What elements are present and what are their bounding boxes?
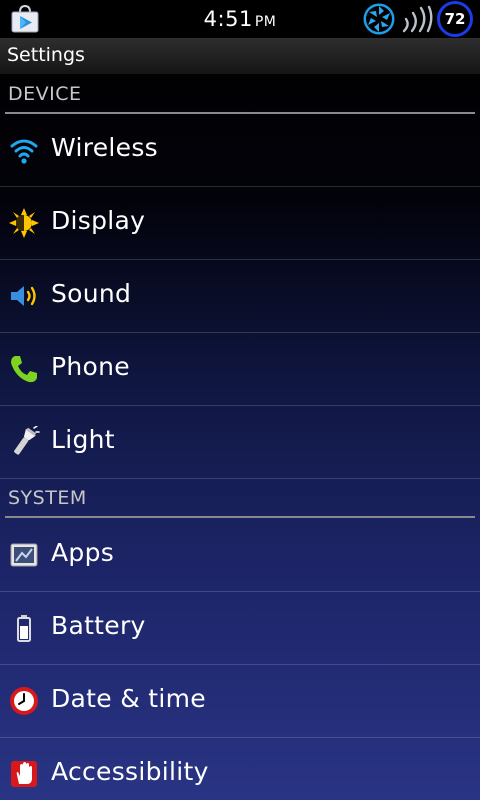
settings-item-light[interactable]: Light	[0, 406, 480, 479]
settings-item-label: Apps	[51, 538, 115, 567]
speaker-icon	[8, 280, 40, 312]
battery-icon	[8, 612, 40, 644]
settings-item-battery[interactable]: Battery	[0, 592, 480, 665]
phone-icon	[8, 353, 40, 385]
title-bar: Settings	[0, 38, 480, 75]
settings-item-label: Light	[51, 425, 115, 454]
apps-icon	[8, 539, 40, 571]
clock-ampm: PM	[254, 14, 277, 30]
display-sun-icon	[8, 207, 40, 239]
settings-item-sound[interactable]: Sound	[0, 260, 480, 333]
section-divider	[5, 516, 475, 518]
settings-item-phone[interactable]: Phone	[0, 333, 480, 406]
settings-item-accessibility[interactable]: Accessibility	[0, 738, 480, 800]
settings-item-label: Sound	[51, 279, 132, 308]
battery-level: 72	[444, 10, 466, 28]
aperture-icon	[362, 2, 396, 36]
settings-item-apps[interactable]: Apps	[0, 519, 480, 592]
status-bar: 4:51 PM 72	[0, 0, 480, 38]
settings-item-date-time[interactable]: Date & time	[0, 665, 480, 738]
clock-time: 4:51	[203, 7, 253, 31]
page-title: Settings	[7, 44, 85, 66]
settings-item-label: Phone	[51, 352, 130, 381]
settings-item-wireless[interactable]: Wireless	[0, 114, 480, 187]
clock-icon	[8, 685, 40, 717]
settings-item-label: Battery	[51, 611, 146, 640]
section-header-system: SYSTEM	[0, 478, 480, 518]
settings-item-display[interactable]: Display	[0, 187, 480, 260]
settings-item-label: Display	[51, 206, 146, 235]
battery-circle-icon: 72	[437, 1, 473, 37]
section-label: DEVICE	[8, 83, 82, 105]
settings-item-label: Accessibility	[51, 757, 209, 786]
wifi-icon	[8, 134, 40, 166]
settings-item-label: Wireless	[51, 133, 159, 162]
flashlight-icon	[8, 426, 40, 458]
section-header-device: DEVICE	[0, 74, 480, 114]
signal-waves-icon	[400, 5, 434, 33]
hand-icon	[8, 758, 40, 790]
settings-item-label: Date & time	[51, 684, 206, 713]
settings-screen: 4:51 PM 72 Settings DEVICE Wireless Disp…	[0, 0, 480, 800]
section-label: SYSTEM	[8, 487, 87, 509]
